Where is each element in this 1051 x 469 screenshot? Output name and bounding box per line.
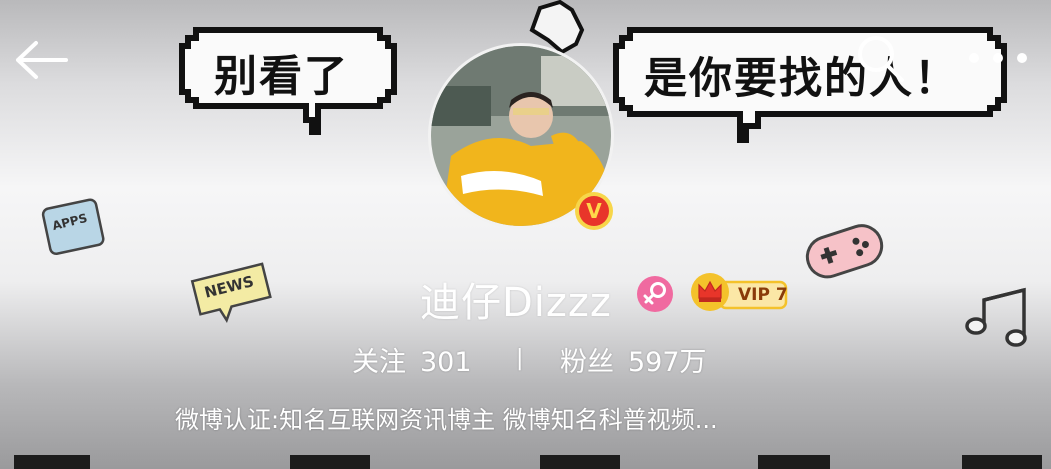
back-arrow-icon — [16, 41, 68, 79]
bubble-left-text: 别看了 — [214, 52, 349, 102]
followers-label: 粉丝 — [560, 347, 614, 378]
more-button[interactable] — [958, 40, 1038, 76]
followers-count: 597万 — [628, 347, 707, 378]
more-dots-icon — [969, 53, 1027, 63]
following-label: 关注 — [352, 347, 406, 378]
profile-description[interactable]: 微博认证:知名互联网资讯博主 微博知名科普视频... — [175, 400, 718, 435]
username: 迪仔Dizzz — [420, 280, 612, 326]
music-note-icon — [965, 287, 1027, 347]
following-stat[interactable]: 关注 301 — [352, 340, 472, 379]
cover-bottom-strip — [14, 455, 1042, 469]
vip-label: VIP 7 — [738, 285, 788, 305]
followers-stat[interactable]: 粉丝 597万 — [560, 340, 707, 379]
bubble-right-text: 是你要找的人！ — [644, 54, 959, 104]
search-icon — [858, 36, 904, 82]
profile-stats: 关注 301 | 粉丝 597万 — [0, 340, 1051, 384]
following-count: 301 — [420, 347, 472, 378]
search-button[interactable] — [852, 30, 908, 86]
verified-icon: V — [575, 192, 613, 230]
gamepad-icon — [805, 224, 884, 279]
verified-mark: V — [586, 199, 602, 223]
back-button[interactable] — [12, 34, 72, 86]
female-icon — [636, 275, 674, 313]
verified-badge: V — [573, 190, 615, 232]
stats-divider: | — [516, 346, 524, 371]
